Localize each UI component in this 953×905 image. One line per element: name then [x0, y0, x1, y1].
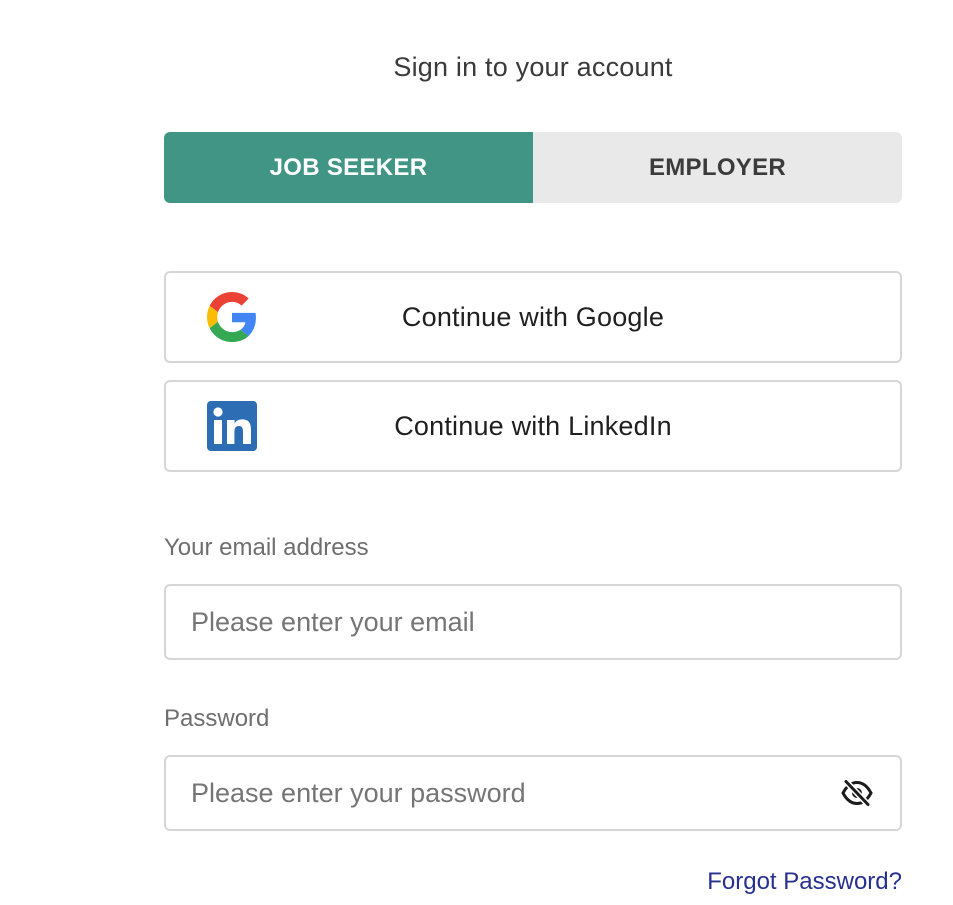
password-field[interactable] — [166, 757, 786, 829]
role-toggle: JOB SEEKER EMPLOYER — [164, 132, 902, 203]
page-title: Sign in to your account — [393, 52, 673, 82]
tab-employer[interactable]: EMPLOYER — [533, 132, 902, 203]
tab-job-seeker[interactable]: JOB SEEKER — [164, 132, 533, 203]
password-field-container — [164, 755, 902, 831]
linkedin-button-label: Continue with LinkedIn — [394, 410, 672, 441]
forgot-password-link[interactable]: Forgot Password? — [707, 868, 902, 896]
email-field-container — [164, 584, 902, 660]
email-field[interactable] — [166, 586, 786, 658]
linkedin-icon — [206, 400, 258, 452]
continue-with-linkedin-button[interactable]: Continue with LinkedIn — [164, 380, 902, 472]
google-button-label: Continue with Google — [401, 301, 665, 332]
password-label: Password — [164, 705, 270, 732]
eye-slash-icon[interactable] — [840, 778, 874, 808]
email-label: Your email address — [164, 534, 369, 561]
google-icon — [206, 291, 258, 343]
continue-with-google-button[interactable]: Continue with Google — [164, 271, 902, 363]
